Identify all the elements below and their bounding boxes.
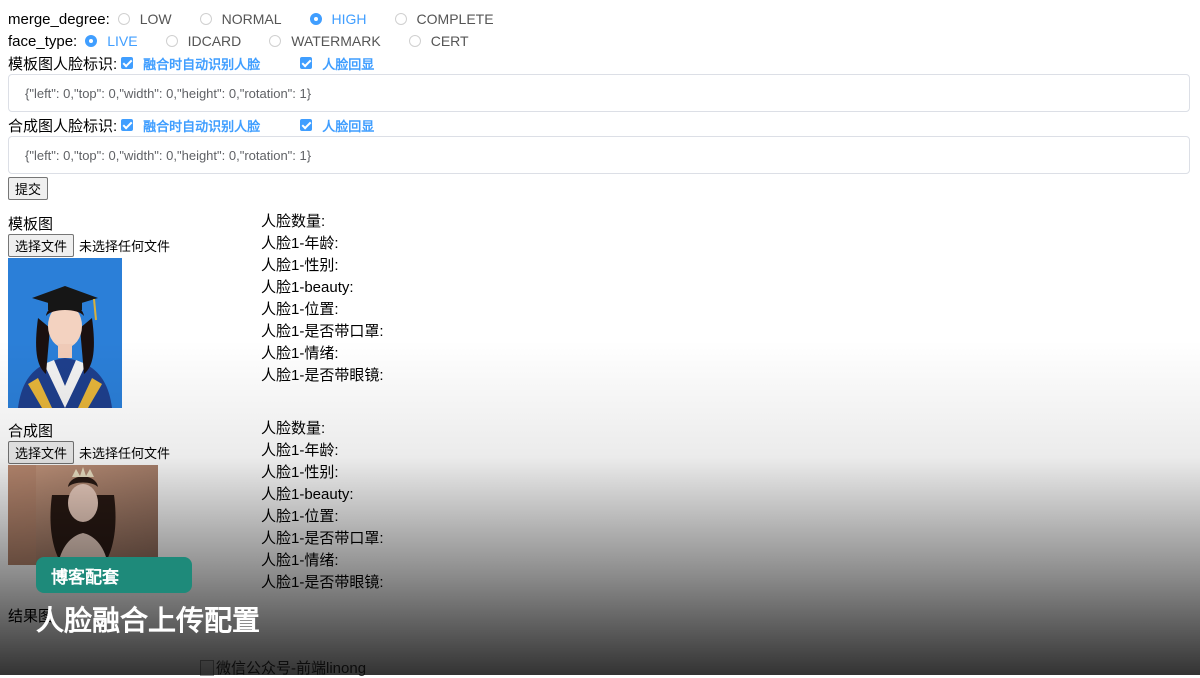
merge-echo-checkbox[interactable]: 人脸回显 <box>300 116 374 135</box>
merge-face-row: 合成图人脸标识: 融合时自动识别人脸 人脸回显 <box>8 115 410 135</box>
merge-face-input[interactable]: {"left": 0,"top": 0,"width": 0,"height":… <box>8 136 1190 174</box>
overlay-headline: 人脸融合上传配置 <box>36 605 261 636</box>
radio-unchecked-icon <box>165 35 178 47</box>
template-face-input[interactable]: {"left": 0,"top": 0,"width": 0,"height":… <box>8 74 1190 112</box>
template-face-row: 模板图人脸标识: 融合时自动识别人脸 人脸回显 <box>8 53 410 73</box>
merge-file-status: 未选择任何文件 <box>79 446 171 461</box>
merge-auto-detect-label: 融合时自动识别人脸 <box>143 118 261 134</box>
merge-file-picker: 选择文件 未选择任何文件 <box>8 441 170 464</box>
merge-degree-option-complete[interactable]: COMPLETE <box>394 11 494 27</box>
merge-degree-label: merge_degree: <box>8 10 110 28</box>
face-type-option-label: CERT <box>430 33 469 49</box>
merge-echo-label: 人脸回显 <box>322 118 375 134</box>
merge-degree-option-label: LOW <box>139 11 172 27</box>
merge-image-title: 合成图 <box>8 423 54 440</box>
face-info-field: 人脸1-位置: <box>261 301 339 318</box>
template-image-title: 模板图 <box>8 216 54 233</box>
checkbox-checked-icon <box>300 119 313 131</box>
merge-degree-row: merge_degree: LOW NORMAL HIGH COMPLETE <box>8 9 520 29</box>
checkbox-checked-icon <box>300 57 313 69</box>
checkbox-checked-icon <box>121 119 134 131</box>
broken-image-icon <box>200 659 214 676</box>
merge-degree-option-label: HIGH <box>331 11 367 27</box>
face-info-field: 人脸1-性别: <box>261 464 339 481</box>
template-photo <box>8 258 122 408</box>
merge-face-info: 人脸数量: 人脸1-年龄: 人脸1-性别: 人脸1-beauty: 人脸1-位置: 人脸1… <box>261 418 384 594</box>
face-type-row: face_type: LIVE IDCARD WATERMARK CERT <box>8 31 495 51</box>
face-type-option-cert[interactable]: CERT <box>408 33 469 49</box>
face-info-field: 人脸数量: <box>261 213 326 230</box>
template-file-picker: 选择文件 未选择任何文件 <box>8 234 170 257</box>
merge-auto-detect-checkbox[interactable]: 融合时自动识别人脸 <box>121 116 260 135</box>
face-info-field: 人脸1-是否带眼镜: <box>261 367 384 384</box>
face-type-option-label: LIVE <box>107 33 138 49</box>
face-type-option-label: WATERMARK <box>291 33 381 49</box>
face-type-option-live[interactable]: LIVE <box>85 33 138 49</box>
merge-face-label: 合成图人脸标识: <box>8 117 118 135</box>
radio-unchecked-icon <box>269 35 282 47</box>
merge-degree-option-low[interactable]: LOW <box>117 11 172 27</box>
face-info-field: 人脸1-beauty: <box>261 486 354 503</box>
template-face-info: 人脸数量: 人脸1-年龄: 人脸1-性别: 人脸1-beauty: 人脸1-位置: 人脸1… <box>261 211 384 387</box>
radio-unchecked-icon <box>117 13 130 25</box>
face-type-option-label: IDCARD <box>187 33 242 49</box>
merge-choose-file-button[interactable]: 选择文件 <box>8 441 75 464</box>
face-type-label: face_type: <box>8 32 78 50</box>
merge-degree-option-label: COMPLETE <box>416 11 494 27</box>
overlay-badge: 博客配套 <box>36 557 192 593</box>
face-info-field: 人脸1-是否带口罩: <box>261 530 384 547</box>
face-type-option-watermark[interactable]: WATERMARK <box>269 33 381 49</box>
template-face-label: 模板图人脸标识: <box>8 55 118 73</box>
face-info-field: 人脸1-年龄: <box>261 235 339 252</box>
merge-degree-option-label: NORMAL <box>221 11 282 27</box>
radio-checked-icon <box>309 13 322 25</box>
face-info-field: 人脸1-beauty: <box>261 279 354 296</box>
merge-photo <box>8 465 158 565</box>
face-info-field: 人脸1-性别: <box>261 257 339 274</box>
graduate-portrait-image <box>8 258 122 408</box>
template-echo-checkbox[interactable]: 人脸回显 <box>300 54 374 73</box>
radio-unchecked-icon <box>199 13 212 25</box>
face-info-field: 人脸1-是否带口罩: <box>261 323 384 340</box>
face-info-field: 人脸1-情绪: <box>261 552 339 569</box>
template-file-status: 未选择任何文件 <box>79 239 171 254</box>
face-type-option-idcard[interactable]: IDCARD <box>165 33 242 49</box>
face-info-field: 人脸1-情绪: <box>261 345 339 362</box>
submit-button[interactable]: 提交 <box>8 177 49 200</box>
face-info-field: 人脸数量: <box>261 420 326 437</box>
radio-unchecked-icon <box>408 35 421 47</box>
radio-checked-icon <box>85 35 98 47</box>
merge-degree-option-high[interactable]: HIGH <box>309 11 367 27</box>
checkbox-checked-icon <box>121 57 134 69</box>
template-echo-label: 人脸回显 <box>322 56 375 72</box>
merge-degree-option-normal[interactable]: NORMAL <box>199 11 282 27</box>
radio-unchecked-icon <box>394 13 407 25</box>
template-auto-detect-checkbox[interactable]: 融合时自动识别人脸 <box>121 54 260 73</box>
face-info-field: 人脸1-年龄: <box>261 442 339 459</box>
face-info-field: 人脸1-是否带眼镜: <box>261 574 384 591</box>
face-info-field: 人脸1-位置: <box>261 508 339 525</box>
template-auto-detect-label: 融合时自动识别人脸 <box>143 56 261 72</box>
template-choose-file-button[interactable]: 选择文件 <box>8 234 75 257</box>
princess-portrait-image <box>8 465 158 565</box>
